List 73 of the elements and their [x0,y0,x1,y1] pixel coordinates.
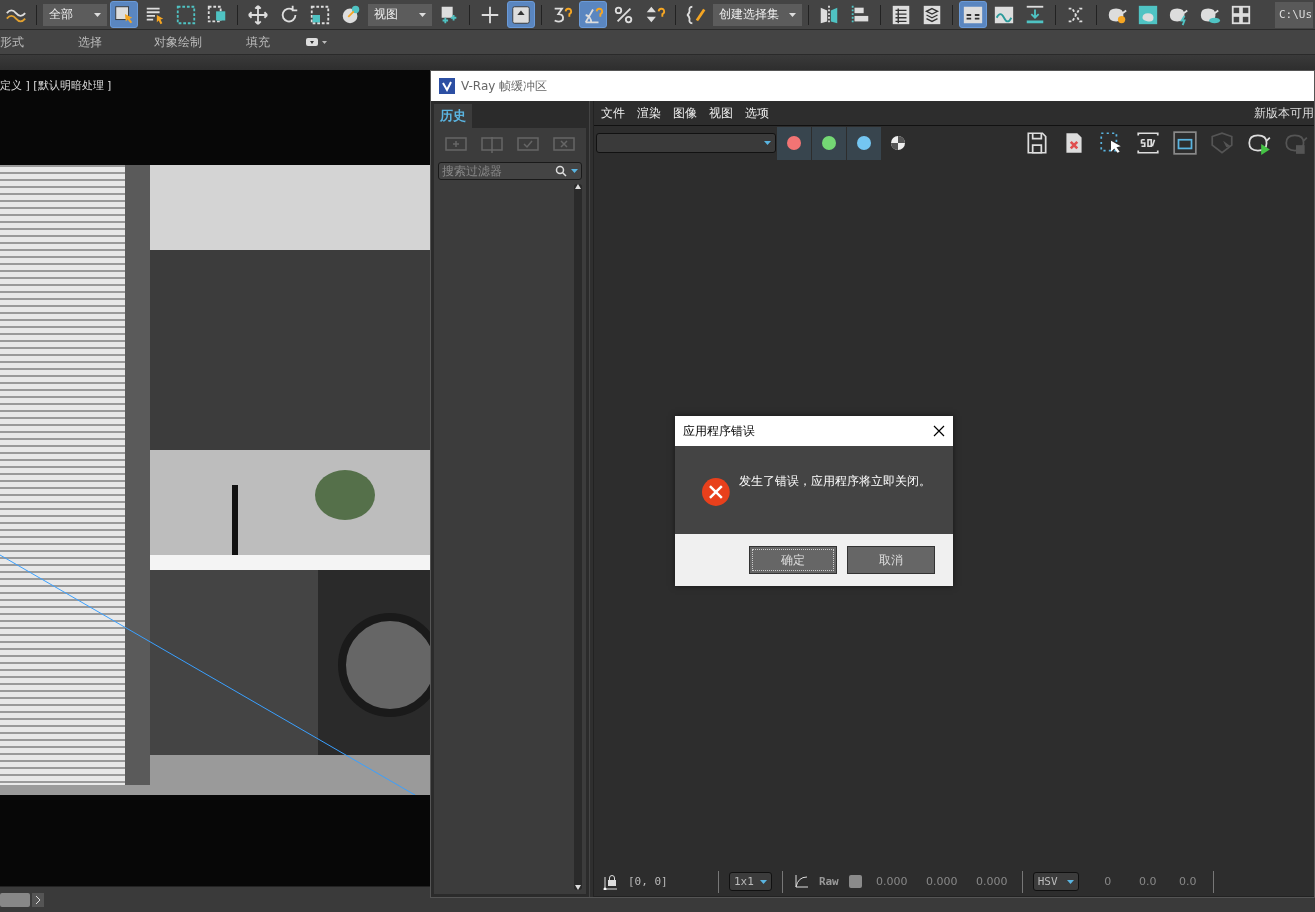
dialog-title: 应用程序错误 [683,422,755,440]
menu-item[interactable]: 视图 [709,104,733,122]
caret-icon[interactable] [789,12,796,17]
ribbon-tab[interactable]: 填充 [246,33,306,51]
dropdown-icon[interactable] [306,37,328,47]
raw-value: 0.000 [975,875,1009,888]
scroll-down-icon[interactable] [575,885,581,890]
scrollbar[interactable] [574,184,582,890]
save-icon[interactable] [1024,130,1050,156]
toolbar-button[interactable] [959,1,987,28]
dashed-rectangle-icon [175,3,197,26]
ribbon-tab[interactable]: 对象绘制 [154,33,246,51]
up-arrow-key-icon [510,3,532,26]
caret-icon[interactable] [1066,879,1074,884]
table-icon [890,3,912,26]
color-mode-dropdown[interactable]: HSV [1032,872,1079,891]
teapot-window-icon [1137,3,1159,26]
caret-icon[interactable] [764,141,771,145]
ribbon-tab[interactable]: 形式 [0,33,78,51]
image-grid-icon [1230,3,1252,26]
window-title: V-Ray 帧缓冲区 [461,77,548,95]
mono-icon[interactable] [890,135,906,151]
caret-icon[interactable] [759,879,767,884]
error-message: 发生了错误，应用程序将立即关闭。 [738,474,932,489]
search-icon [555,165,567,177]
scale-icon [309,3,331,26]
lock-icon[interactable] [602,873,618,890]
mirror-icon [818,3,840,26]
zoom-dropdown[interactable]: 1x1 [729,872,772,891]
download-tray-icon [1024,3,1046,26]
color-swatch [848,875,862,888]
update-notice[interactable]: 新版本可用 [1254,104,1314,122]
raw-label: Raw [818,875,839,888]
ribbon-tab[interactable]: 选择 [78,33,154,51]
frame-icon[interactable] [1172,130,1198,156]
error-icon [701,477,731,507]
caret-icon[interactable] [419,12,426,17]
dialog-button[interactable]: 确定 [749,546,837,574]
color-value: 0.0 [1138,875,1158,888]
close-icon[interactable] [933,425,945,437]
raw-value: 0.000 [925,875,959,888]
pixel-coordinates: [0, 0] [628,875,669,888]
layers-icon [921,3,943,26]
dropdown[interactable]: 视图 [368,3,432,26]
placement-icon [340,3,362,26]
caret-icon[interactable] [94,12,101,17]
scroll-up-icon[interactable] [575,184,581,189]
dropdown[interactable]: 全部 [43,3,107,26]
search-field[interactable]: 搜索过滤器 [438,162,582,180]
viewport-label: 定义 ] [默认明暗处理 ] [0,78,113,94]
v-logo-icon [439,78,455,94]
color-value: 0 [1103,875,1113,888]
move-icon [247,3,269,26]
path-field[interactable]: C:\Us [1275,1,1313,28]
curve-icon[interactable] [792,873,809,890]
scrollbar-thumb[interactable] [0,892,30,907]
raw-value: 0.000 [875,875,909,888]
toolbar-button[interactable] [110,1,138,28]
dialog-button[interactable]: 取消 [847,546,935,574]
color-value: 0.0 [1178,875,1198,888]
menu-item[interactable]: 渲染 [637,104,661,122]
menu-item[interactable]: 图像 [673,104,697,122]
history-tab[interactable]: 历史 [434,104,472,128]
chevron-right-icon[interactable] [32,892,44,907]
dropdown[interactable]: 创建选择集 [713,3,802,26]
toolbar-button[interactable] [507,1,535,28]
braces-pencil-icon [685,3,707,26]
menu-item[interactable]: 选项 [745,104,769,122]
caret-icon[interactable] [571,169,578,173]
menu-item[interactable]: 文件 [601,104,625,122]
select-icon [113,3,135,26]
check-image-icon[interactable] [517,137,539,153]
zoom-percent-icon[interactable] [1135,130,1161,156]
